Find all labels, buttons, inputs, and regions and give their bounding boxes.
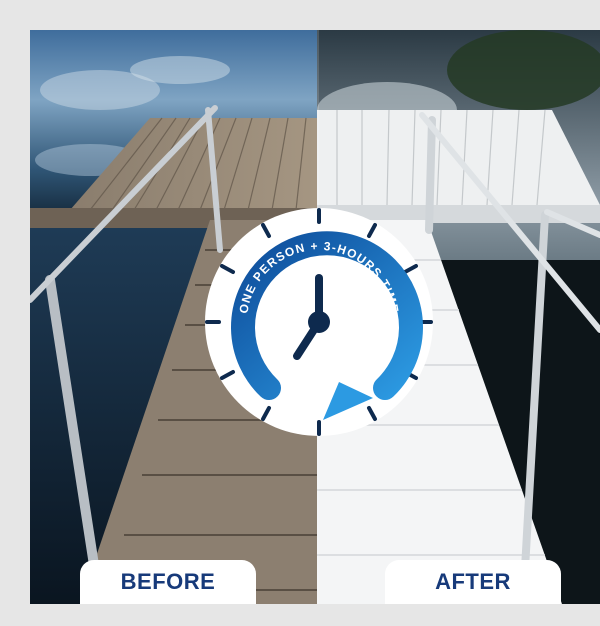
before-after-photo: ONE PERSON + 3-HOURS TIME BEFORE AFTER	[30, 30, 600, 604]
after-label: AFTER	[385, 560, 561, 604]
time-badge: ONE PERSON + 3-HOURS TIME	[205, 208, 433, 436]
before-label: BEFORE	[80, 560, 256, 604]
